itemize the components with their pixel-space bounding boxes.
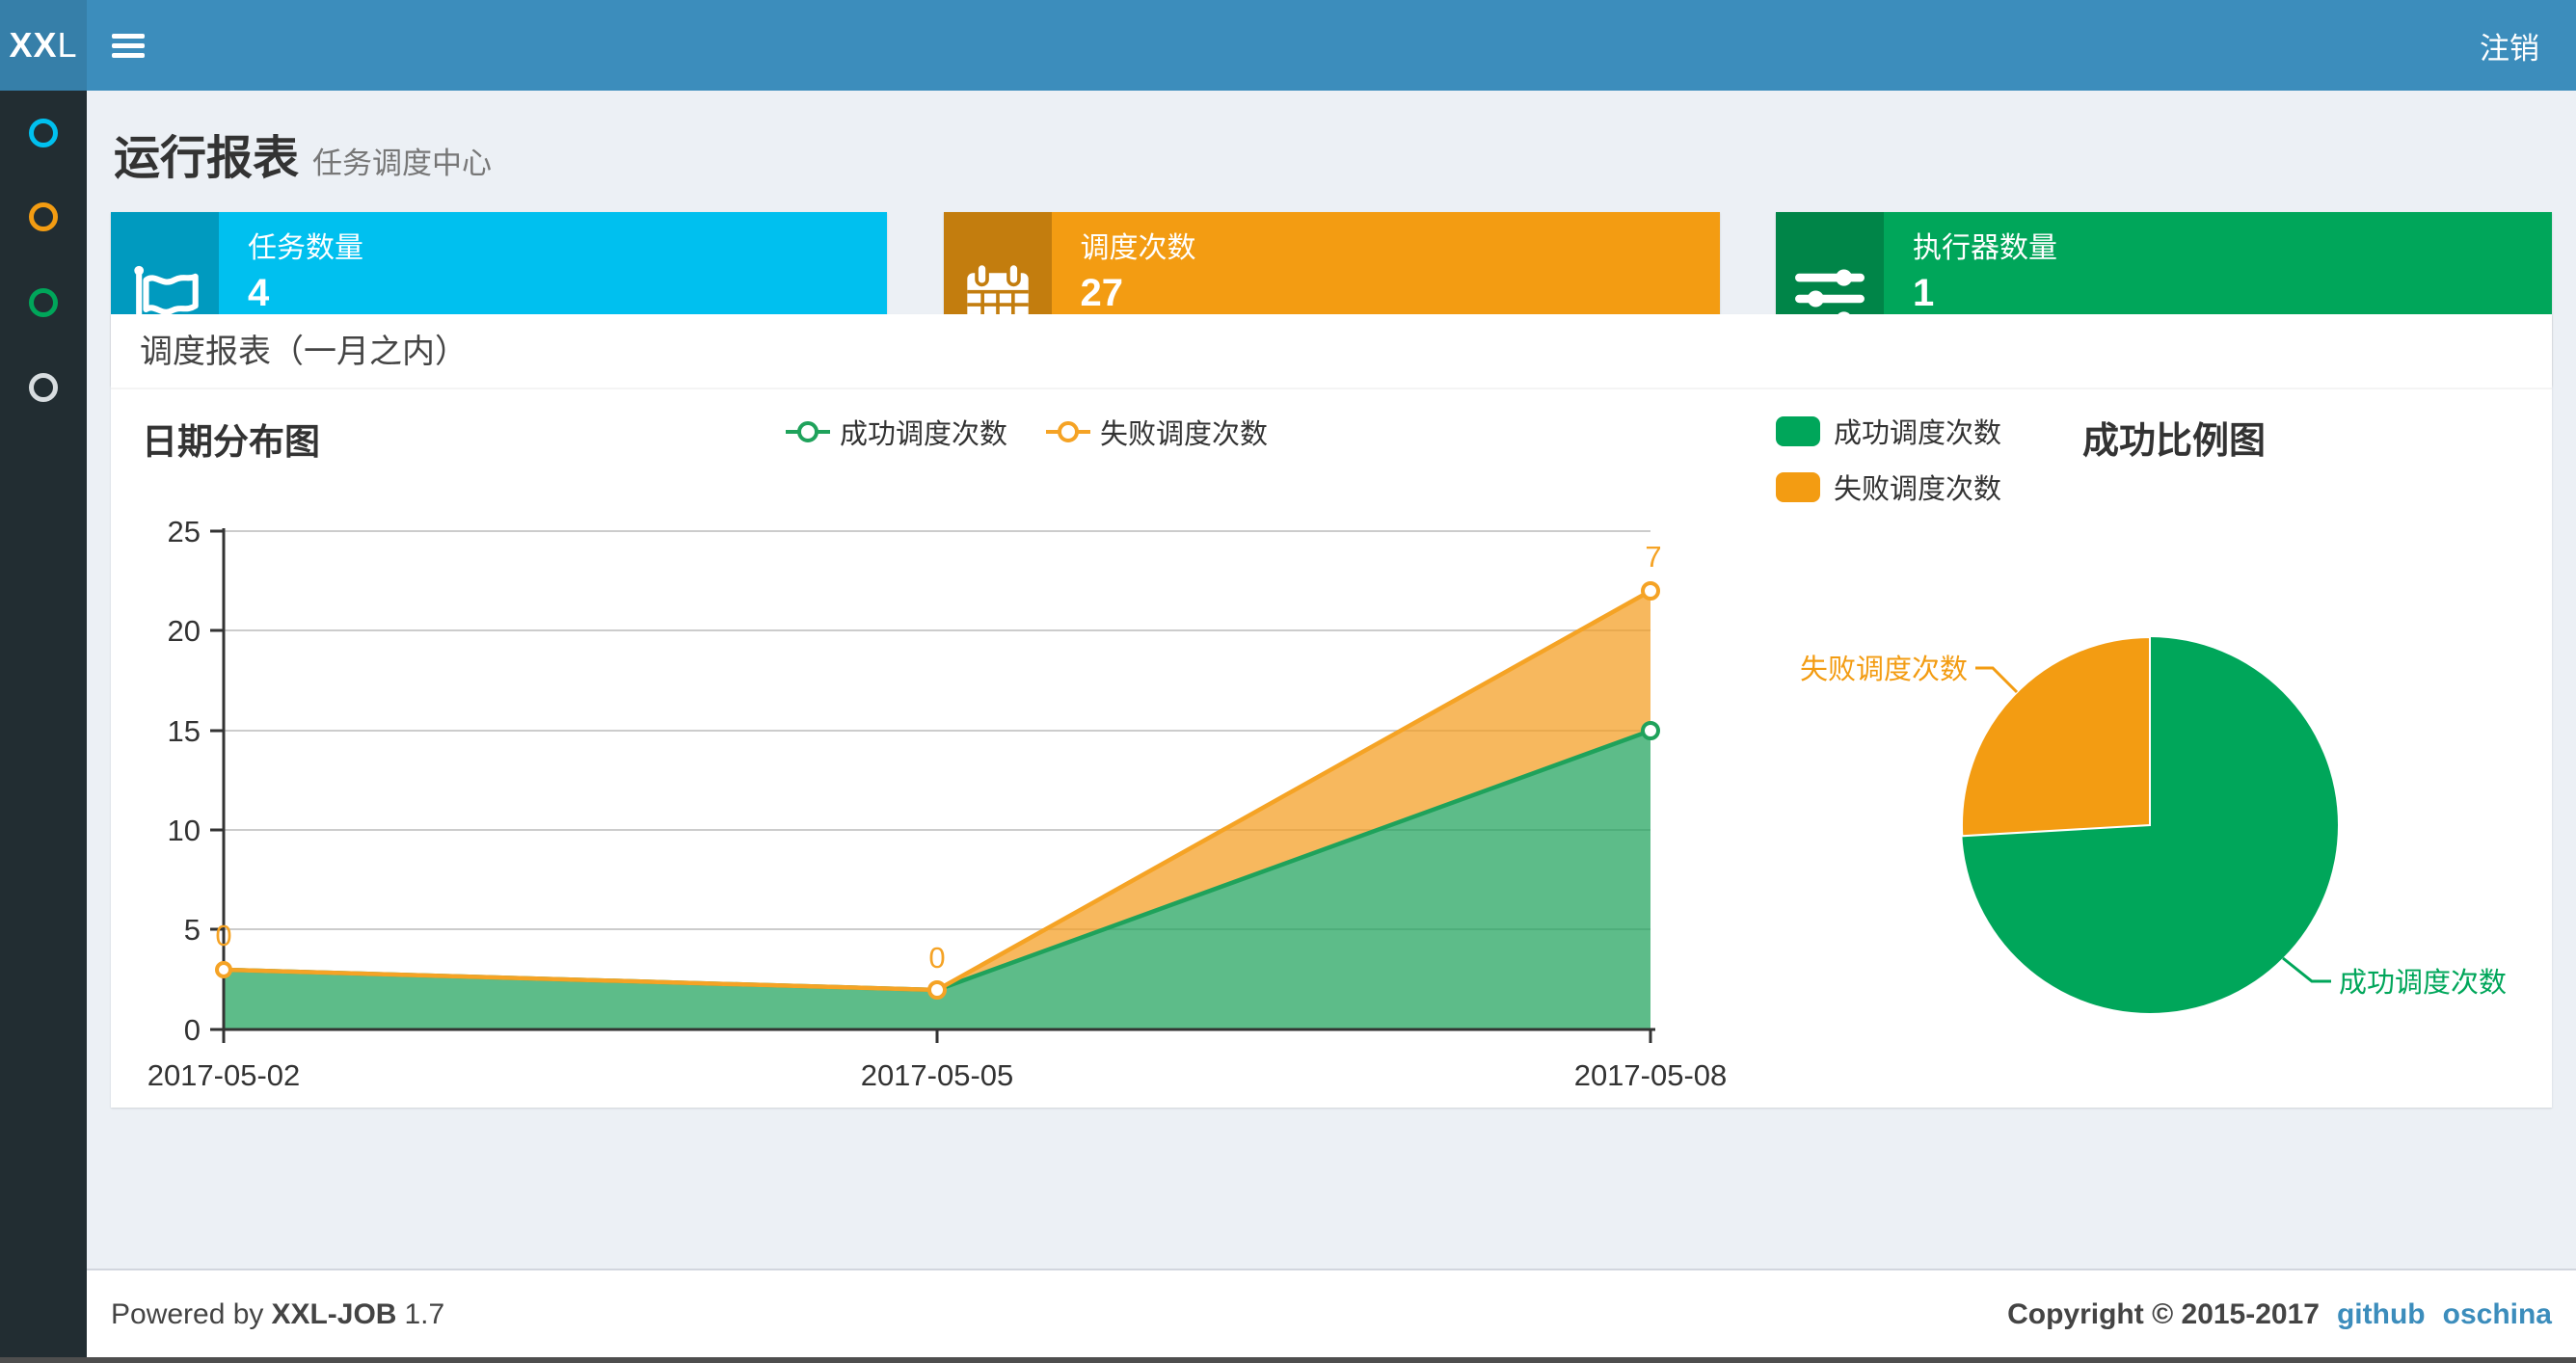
x-tick: 2017-05-05 — [861, 1058, 1014, 1092]
marker-fail-3 — [1641, 581, 1660, 601]
y-tick: 0 — [184, 1013, 201, 1047]
page-subtitle: 任务调度中心 — [312, 147, 493, 180]
oschina-link[interactable]: oschina — [2443, 1298, 2552, 1331]
github-link[interactable]: github — [2337, 1298, 2426, 1331]
info-box-title: 任务数量 — [248, 232, 363, 264]
y-tick: 25 — [168, 515, 201, 548]
info-box-title: 执行器数量 — [1913, 232, 2057, 264]
point-label-1: 0 — [215, 919, 231, 952]
point-label-3: 7 — [1645, 540, 1661, 574]
info-box-value: 4 — [248, 272, 270, 314]
product-name: XXL-JOB — [271, 1298, 397, 1330]
footer-powered-by: Powered by XXL-JOB 1.7 — [111, 1270, 444, 1359]
x-tick: 2017-05-08 — [1574, 1058, 1728, 1092]
logo-light: L — [57, 25, 78, 65]
schedule-report-panel: 调度报表（一月之内） 日期分布图 成功调度次数 失败调度次数 成功调度次数 失败… — [111, 314, 2552, 1108]
pie-callout-label-success: 成功调度次数 — [2339, 967, 2507, 999]
y-tick: 10 — [168, 814, 201, 847]
footer: Powered by XXL-JOB 1.7 Copyright © 2015-… — [87, 1269, 2576, 1357]
product-version: 1.7 — [404, 1298, 445, 1330]
logo-bold: XX — [9, 25, 58, 65]
y-tick: 15 — [168, 714, 201, 748]
point-label-2: 0 — [928, 941, 945, 975]
logout-link[interactable]: 注销 — [2472, 0, 2547, 91]
y-tick: 5 — [184, 913, 201, 947]
info-box-title: 调度次数 — [1080, 232, 1196, 264]
info-box-value: 1 — [1913, 272, 1935, 314]
charts-canvas: 0 0 7 25 20 15 10 5 0 2017-05-02 2017-05… — [148, 515, 2507, 1092]
sidebar-toggle-button[interactable] — [87, 0, 170, 91]
copyright-text: Copyright © 2015-2017 — [2007, 1298, 2320, 1330]
footer-copyright: Copyright © 2015-2017 github oschina — [2007, 1270, 2552, 1359]
powered-prefix: Powered by — [111, 1298, 264, 1330]
sidebar-item-help-circle-icon[interactable] — [29, 373, 58, 402]
top-navbar: XX L 注销 — [0, 0, 2576, 91]
sidebar-item-dashboard-circle-icon[interactable] — [29, 119, 58, 147]
sidebar-item-log-circle-icon[interactable] — [29, 288, 58, 317]
pie-callout-line-success — [2282, 956, 2331, 983]
content-header: 运行报表 任务调度中心 — [87, 91, 2576, 204]
left-sidebar — [0, 91, 87, 1357]
x-axis-labels: 2017-05-02 2017-05-05 2017-05-08 — [148, 1058, 1728, 1092]
pie-callout-label-fail: 失败调度次数 — [1800, 654, 1968, 685]
y-axis-labels: 25 20 15 10 5 0 — [168, 515, 201, 1047]
info-box-value: 27 — [1080, 272, 1124, 314]
x-tick: 2017-05-02 — [148, 1058, 301, 1092]
marker-fail-2 — [927, 980, 947, 1000]
y-tick: 20 — [168, 614, 201, 648]
page-title: 运行报表 — [114, 133, 300, 184]
marker-success-3 — [1641, 721, 1660, 740]
marker-fail-1 — [215, 961, 232, 978]
sidebar-item-jobs-circle-icon[interactable] — [29, 202, 58, 231]
window-bottom-edge — [0, 1357, 2576, 1363]
app-logo[interactable]: XX L — [0, 0, 87, 91]
pie-callout-line-fail — [1975, 666, 2019, 694]
hamburger-icon — [112, 29, 145, 63]
